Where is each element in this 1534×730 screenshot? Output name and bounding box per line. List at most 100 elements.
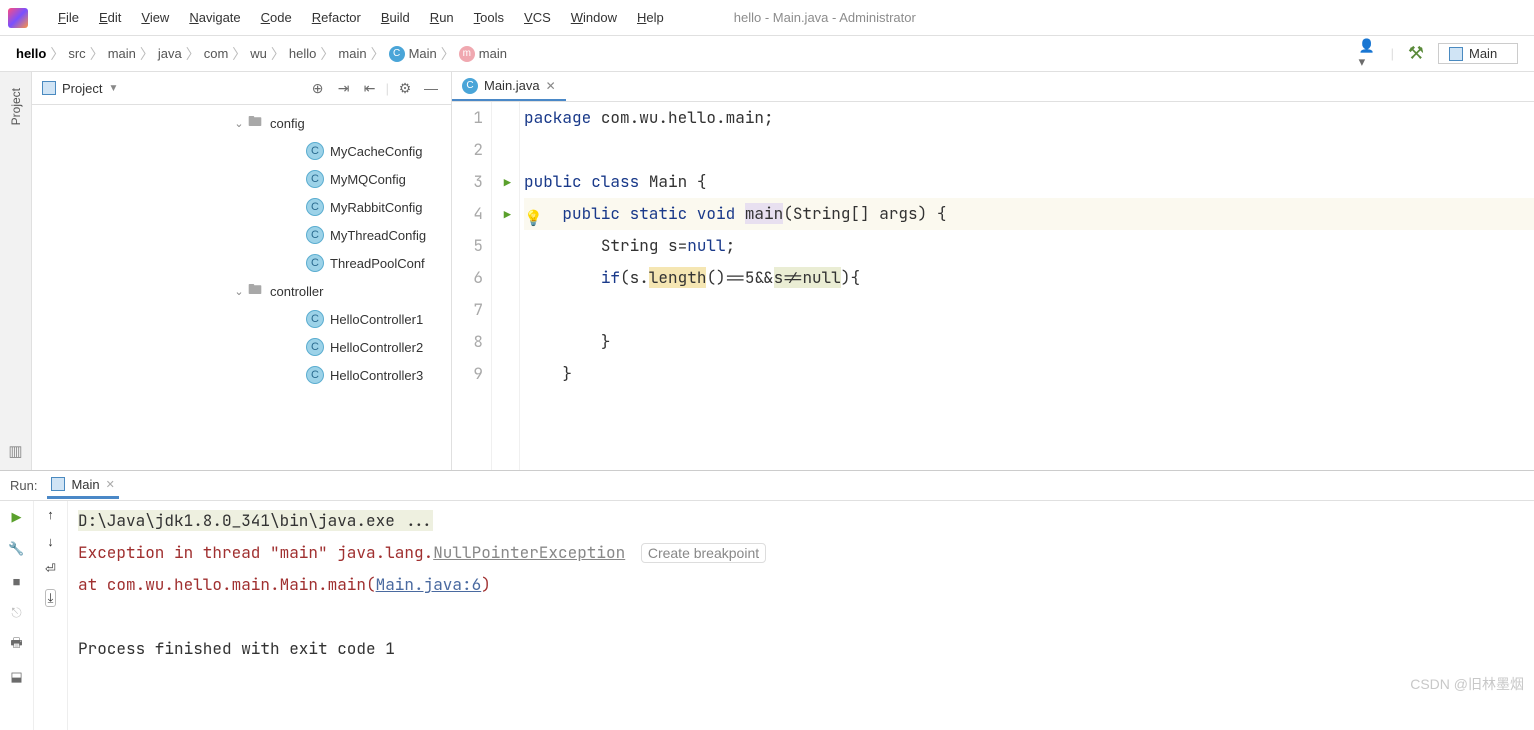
toolbar-right: 👤▾ | ⚒ Main xyxy=(1359,43,1518,64)
tree-class[interactable]: CHelloController3 xyxy=(32,361,451,389)
crumb-src[interactable]: src xyxy=(68,46,85,61)
code-line[interactable]: public static void main(String[] args) { xyxy=(524,198,1534,230)
menubar: FileEditViewNavigateCodeRefactorBuildRun… xyxy=(0,0,1534,36)
code-line[interactable] xyxy=(524,294,1534,326)
menu-code[interactable]: Code xyxy=(251,6,302,29)
project-tree[interactable]: ⌄🖿configCMyCacheConfigCMyMQConfig C MyRabb… xyxy=(32,105,451,470)
tree-label: MyRabbitConfig xyxy=(330,200,423,215)
console[interactable]: D:\Java\jdk1.8.0_341\bin\java.exe ... Ex… xyxy=(68,501,1534,730)
project-vtab[interactable]: Project xyxy=(9,80,23,133)
run-line-icon[interactable]: ▶ xyxy=(504,207,511,223)
run-action-tools: ▶ 🔧 ■ ⎋ 🖶 ⬓ xyxy=(0,501,34,730)
menu-file[interactable]: File xyxy=(48,6,89,29)
menu-view[interactable]: View xyxy=(131,6,179,29)
tree-class[interactable]: C MyRabbitConfig xyxy=(32,193,451,221)
menu-build[interactable]: Build xyxy=(371,6,420,29)
chevron-down-icon[interactable]: ⌄ xyxy=(232,117,246,130)
watermark: CSDN @旧林墨烟 xyxy=(1410,674,1524,694)
code-line[interactable] xyxy=(524,134,1534,166)
crumb-wu[interactable]: wu xyxy=(250,46,267,61)
chevron-down-icon[interactable]: ⌄ xyxy=(232,285,246,298)
tree-class[interactable]: CMyCacheConfig xyxy=(32,137,451,165)
project-dropdown-icon[interactable]: ▼ xyxy=(108,83,118,94)
class-icon: C xyxy=(462,78,478,94)
code-line[interactable]: public class Main { xyxy=(524,166,1534,198)
rerun-icon[interactable]: ▶ xyxy=(7,507,27,527)
tree-label: MyThreadConfig xyxy=(330,228,426,243)
close-icon[interactable]: ✕ xyxy=(546,79,556,93)
editor-tab-main[interactable]: C Main.java ✕ xyxy=(452,72,566,101)
tree-class[interactable]: CThreadPoolConf xyxy=(32,249,451,277)
console-exception: Exception in thread "main" java.lang.Nul… xyxy=(78,537,1524,569)
menu-help[interactable]: Help xyxy=(627,6,674,29)
create-breakpoint-hint[interactable]: Create breakpoint xyxy=(641,543,766,563)
run-line-icon[interactable]: ▶ xyxy=(504,175,511,191)
tree-class[interactable]: CHelloController1 xyxy=(32,305,451,333)
project-pane: Project ▼ ⊕ ⇥ ⇤ | ⚙ — ⌄🖿configCMyCacheCo… xyxy=(32,72,452,470)
wrench-icon[interactable]: 🔧 xyxy=(7,539,27,559)
stop-icon[interactable]: ■ xyxy=(7,571,27,591)
tree-class[interactable]: CMyThreadConfig xyxy=(32,221,451,249)
stack-link[interactable]: Main.java:6 xyxy=(376,574,482,595)
code-line[interactable]: } xyxy=(524,358,1534,390)
gear-icon[interactable]: ⚙ xyxy=(395,78,415,98)
config-name: Main xyxy=(1469,46,1497,61)
code-line[interactable]: package com.wu.hello.main; xyxy=(524,102,1534,134)
tree-folder[interactable]: ⌄🖿controller xyxy=(32,277,451,305)
run-nav-tools: ↑ ↓ ⏎ ⤓ xyxy=(34,501,68,730)
run-config-select[interactable]: Main xyxy=(1438,43,1518,64)
menu-tools[interactable]: Tools xyxy=(464,6,514,29)
project-view-icon xyxy=(42,81,56,95)
class-icon: C xyxy=(306,338,324,356)
crumb-main[interactable]: mmain xyxy=(459,46,507,62)
menu-refactor[interactable]: Refactor xyxy=(302,6,371,29)
tree-class[interactable]: CMyMQConfig xyxy=(32,165,451,193)
select-opened-icon[interactable]: ⊕ xyxy=(308,78,328,98)
exit-icon[interactable]: ⎋ xyxy=(7,603,27,623)
class-icon: C xyxy=(306,310,324,328)
menu-run[interactable]: Run xyxy=(420,6,464,29)
crumb-Main[interactable]: CMain xyxy=(389,46,437,62)
crumb-hello[interactable]: hello xyxy=(16,46,46,61)
up-icon[interactable]: ↑ xyxy=(47,507,54,522)
menu-vcs[interactable]: VCS xyxy=(514,6,561,29)
code-column[interactable]: 💡 package com.wu.hello.main; public class… xyxy=(520,102,1534,470)
code-line[interactable]: String s=null; xyxy=(524,230,1534,262)
code-line[interactable]: if(s.length()==5&&s!=null){ xyxy=(524,262,1534,294)
app-config-icon xyxy=(1449,47,1463,61)
close-icon[interactable]: ✕ xyxy=(106,478,115,491)
app-icon xyxy=(8,8,28,28)
class-icon: C xyxy=(306,198,324,216)
structure-icon[interactable]: ▥ xyxy=(8,442,22,460)
printer-icon[interactable]: 🖶 xyxy=(7,635,27,655)
build-icon[interactable]: ⚒ xyxy=(1406,44,1426,64)
user-icon[interactable]: 👤▾ xyxy=(1359,44,1379,64)
soft-wrap-icon[interactable]: ⏎ xyxy=(45,561,56,577)
project-title[interactable]: Project xyxy=(62,81,102,96)
crumb-main[interactable]: main xyxy=(108,46,136,61)
down-icon[interactable]: ↓ xyxy=(47,534,54,549)
expand-all-icon[interactable]: ⇥ xyxy=(334,78,354,98)
scroll-end-icon[interactable]: ⤓ xyxy=(45,589,57,607)
tree-class[interactable]: C HelloController2 xyxy=(32,333,451,361)
crumb-java[interactable]: java xyxy=(158,46,182,61)
layout-icon[interactable]: ⬓ xyxy=(7,667,27,687)
run-gutter[interactable]: ▶▶ xyxy=(492,102,520,470)
editor-body[interactable]: 123456789 ▶▶ 💡 package com.wu.hello.main… xyxy=(452,102,1534,470)
folder-icon: 🖿 xyxy=(246,282,264,300)
code-line[interactable]: } xyxy=(524,326,1534,358)
menu-edit[interactable]: Edit xyxy=(89,6,131,29)
crumb-hello[interactable]: hello xyxy=(289,46,316,61)
hide-icon[interactable]: — xyxy=(421,78,441,98)
crumb-main[interactable]: main xyxy=(338,46,366,61)
crumb-com[interactable]: com xyxy=(204,46,229,61)
menu-navigate[interactable]: Navigate xyxy=(179,6,250,29)
main-area: Project ▥ Project ▼ ⊕ ⇥ ⇤ | ⚙ — ⌄🖿config… xyxy=(0,72,1534,470)
tree-folder[interactable]: ⌄🖿config xyxy=(32,109,451,137)
collapse-all-icon[interactable]: ⇤ xyxy=(360,78,380,98)
breadcrumb-bar: hello〉src〉main〉java〉com〉wu〉hello〉main〉CM… xyxy=(0,36,1534,72)
run-config-tab[interactable]: Main ✕ xyxy=(47,473,118,499)
intention-bulb-icon[interactable]: 💡 xyxy=(524,202,543,234)
menu-window[interactable]: Window xyxy=(561,6,627,29)
tree-label: HelloController2 xyxy=(330,340,423,355)
